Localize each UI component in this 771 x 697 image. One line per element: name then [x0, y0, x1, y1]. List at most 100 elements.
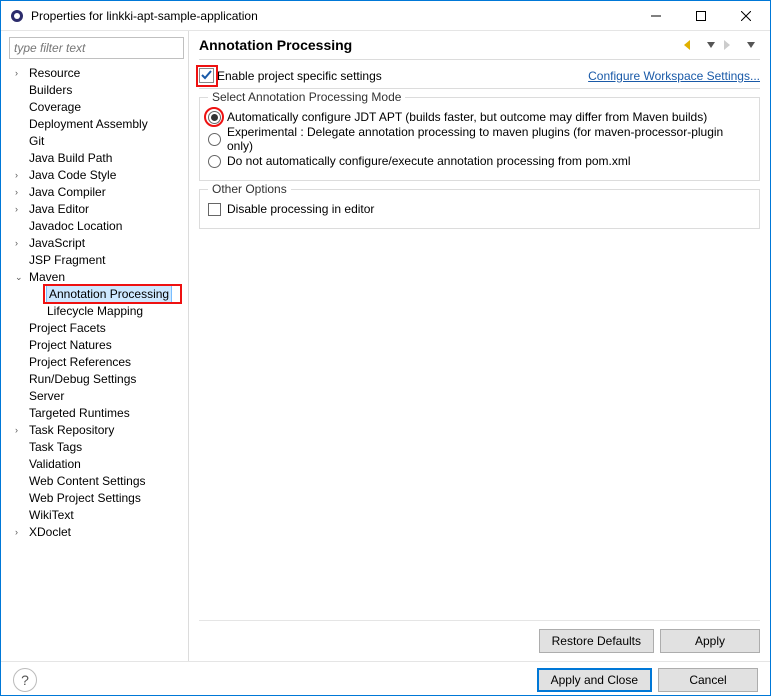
apply-button[interactable]: Apply: [660, 629, 760, 653]
chevron-right-icon[interactable]: ›: [15, 201, 25, 218]
tree-item[interactable]: Deployment Assembly: [7, 116, 188, 133]
maximize-button[interactable]: [678, 2, 723, 30]
restore-defaults-button[interactable]: Restore Defaults: [539, 629, 654, 653]
tree-item[interactable]: Run/Debug Settings: [7, 371, 188, 388]
tree-item-label: Coverage: [29, 99, 81, 116]
enable-project-specific-label: Enable project specific settings: [217, 69, 382, 83]
tree-item-label: Git: [29, 133, 44, 150]
mode-none-label: Do not automatically configure/execute a…: [227, 154, 631, 168]
chevron-right-icon[interactable]: ›: [15, 422, 25, 439]
tree-item[interactable]: Web Project Settings: [7, 490, 188, 507]
nav-forward-icon[interactable]: [722, 37, 740, 53]
configure-workspace-link[interactable]: Configure Workspace Settings...: [588, 69, 760, 83]
help-icon[interactable]: ?: [13, 668, 37, 692]
content-pane: Annotation Processing Enable project spe…: [189, 31, 770, 661]
tree-item[interactable]: ›Resource: [7, 65, 188, 82]
tree-item-label: JavaScript: [29, 235, 85, 252]
tree-item[interactable]: Web Content Settings: [7, 473, 188, 490]
chevron-right-icon[interactable]: ›: [15, 167, 25, 184]
close-button[interactable]: [723, 2, 768, 30]
tree-item[interactable]: Git: [7, 133, 188, 150]
tree-item-label: Project Natures: [29, 337, 112, 354]
tree-item-label: Java Compiler: [29, 184, 106, 201]
apply-and-close-button[interactable]: Apply and Close: [537, 668, 652, 692]
disable-editor-processing-checkbox[interactable]: [208, 203, 221, 216]
chevron-right-icon[interactable]: ›: [15, 65, 25, 82]
tree-item[interactable]: Java Build Path: [7, 150, 188, 167]
tree-item-label: Maven: [29, 269, 65, 286]
app-icon: [9, 8, 25, 24]
processing-mode-group: Select Annotation Processing Mode Automa…: [199, 97, 760, 181]
tree-item-label: Annotation Processing: [47, 286, 171, 303]
tree-item[interactable]: JSP Fragment: [7, 252, 188, 269]
mode-experimental-radio[interactable]: [208, 133, 221, 146]
tree-item[interactable]: ⌄Maven: [7, 269, 188, 286]
tree-item-label: Web Project Settings: [29, 490, 141, 507]
tree-item[interactable]: WikiText: [7, 507, 188, 524]
tree-item[interactable]: Server: [7, 388, 188, 405]
tree-item[interactable]: Coverage: [7, 99, 188, 116]
tree-item-label: Java Code Style: [29, 167, 116, 184]
nav-back-icon[interactable]: [682, 37, 700, 53]
mode-auto-radio[interactable]: [208, 111, 221, 124]
tree-item[interactable]: Validation: [7, 456, 188, 473]
tree-item[interactable]: ›XDoclet: [7, 524, 188, 541]
tree-item-label: Javadoc Location: [29, 218, 122, 235]
property-tree[interactable]: ›ResourceBuildersCoverageDeployment Asse…: [7, 65, 188, 541]
tree-item-label: Deployment Assembly: [29, 116, 148, 133]
titlebar: Properties for linkki-apt-sample-applica…: [1, 1, 770, 31]
tree-item-label: Resource: [29, 65, 80, 82]
chevron-right-icon[interactable]: ›: [15, 524, 25, 541]
tree-item-label: Run/Debug Settings: [29, 371, 136, 388]
tree-item-label: Builders: [29, 82, 72, 99]
mode-experimental-label: Experimental : Delegate annotation proce…: [227, 125, 751, 153]
chevron-down-icon[interactable]: ⌄: [15, 269, 25, 286]
tree-item[interactable]: Targeted Runtimes: [7, 405, 188, 422]
tree-item[interactable]: ›Task Repository: [7, 422, 188, 439]
disable-editor-processing-label: Disable processing in editor: [227, 202, 374, 216]
nav-forward-menu-icon[interactable]: [742, 37, 760, 53]
tree-item[interactable]: Javadoc Location: [7, 218, 188, 235]
chevron-right-icon[interactable]: ›: [15, 184, 25, 201]
tree-item-label: Project Facets: [29, 320, 106, 337]
tree-item-label: Web Content Settings: [29, 473, 146, 490]
tree-item[interactable]: Task Tags: [7, 439, 188, 456]
minimize-button[interactable]: [633, 2, 678, 30]
tree-item-label: Validation: [29, 456, 81, 473]
footer: ? Apply and Close Cancel: [1, 661, 770, 697]
cancel-button[interactable]: Cancel: [658, 668, 758, 692]
tree-item-label: WikiText: [29, 507, 74, 524]
page-title: Annotation Processing: [199, 37, 680, 53]
tree-item[interactable]: Annotation Processing: [7, 286, 188, 303]
mode-auto-label: Automatically configure JDT APT (builds …: [227, 110, 707, 124]
window-title: Properties for linkki-apt-sample-applica…: [31, 9, 633, 23]
tree-item-label: Server: [29, 388, 64, 405]
filter-input[interactable]: [9, 37, 184, 59]
tree-item-label: Project References: [29, 354, 131, 371]
tree-item-label: Task Repository: [29, 422, 114, 439]
tree-item-label: XDoclet: [29, 524, 71, 541]
tree-item[interactable]: Builders: [7, 82, 188, 99]
tree-item-label: Targeted Runtimes: [29, 405, 130, 422]
nav-back-menu-icon[interactable]: [702, 37, 720, 53]
chevron-right-icon[interactable]: ›: [15, 235, 25, 252]
tree-item[interactable]: ›Java Compiler: [7, 184, 188, 201]
mode-none-radio[interactable]: [208, 155, 221, 168]
tree-item-label: Task Tags: [29, 439, 82, 456]
tree-item-label: Java Build Path: [29, 150, 112, 167]
other-options-group: Other Options Disable processing in edit…: [199, 189, 760, 229]
tree-item[interactable]: ›JavaScript: [7, 235, 188, 252]
tree-item-label: JSP Fragment: [29, 252, 105, 269]
enable-project-specific-checkbox[interactable]: [199, 68, 214, 83]
tree-item[interactable]: Lifecycle Mapping: [7, 303, 188, 320]
tree-item[interactable]: Project Natures: [7, 337, 188, 354]
tree-item[interactable]: Project Facets: [7, 320, 188, 337]
group-legend: Other Options: [208, 182, 291, 196]
tree-item-label: Java Editor: [29, 201, 89, 218]
sidebar: ›ResourceBuildersCoverageDeployment Asse…: [1, 31, 189, 661]
tree-item[interactable]: ›Java Editor: [7, 201, 188, 218]
group-legend: Select Annotation Processing Mode: [208, 90, 405, 104]
tree-item[interactable]: ›Java Code Style: [7, 167, 188, 184]
tree-item[interactable]: Project References: [7, 354, 188, 371]
tree-item-label: Lifecycle Mapping: [47, 303, 143, 320]
